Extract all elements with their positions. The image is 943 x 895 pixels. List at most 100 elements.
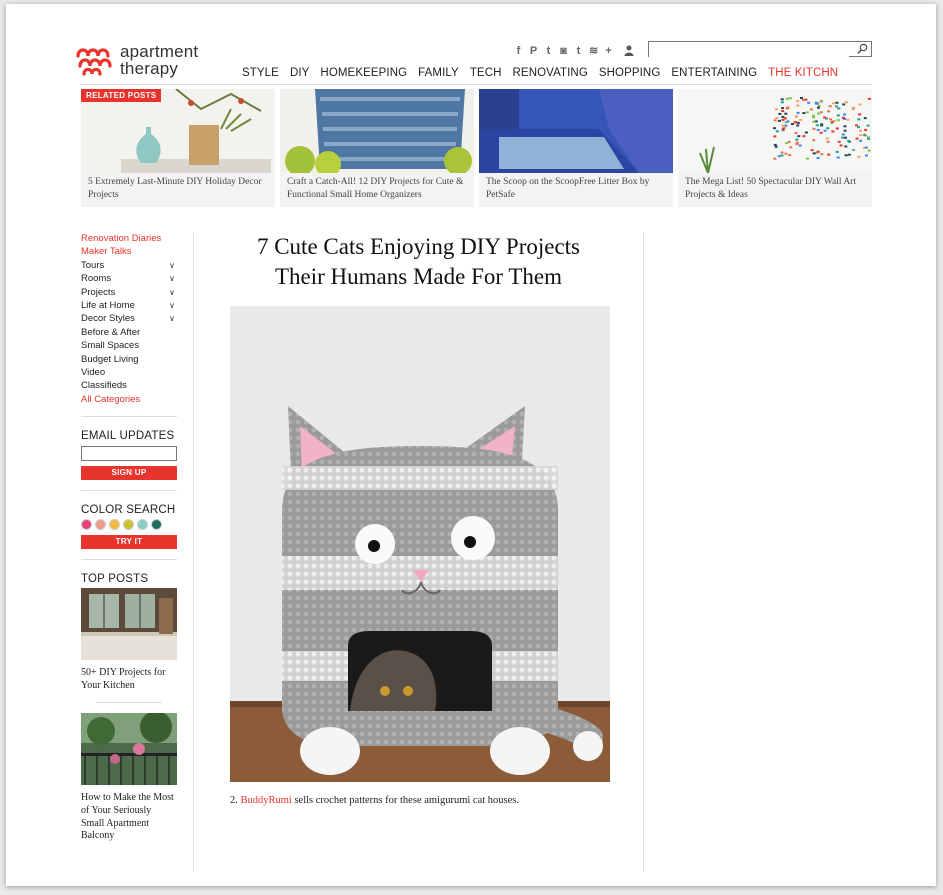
- sidebar-item-all-categories[interactable]: All Categories: [81, 393, 177, 406]
- nav-renovating[interactable]: RENOVATING: [513, 67, 588, 79]
- user-icon[interactable]: [624, 45, 634, 56]
- sidebar-item-label: Rooms: [81, 273, 112, 285]
- buddyrumi-link[interactable]: BuddyRumi: [241, 795, 292, 806]
- logo-mark-icon: [76, 48, 112, 76]
- top-posts-heading: TOP POSTS: [81, 573, 149, 586]
- page: apartment therapy f Pt ◙ t ≋ + STYLE DIY HOMEKE…: [6, 4, 936, 886]
- twitter-icon[interactable]: t: [544, 45, 553, 57]
- header-divider: [80, 84, 872, 85]
- related-post-4[interactable]: › The Mega List! 50 Spectacular DIY Wall…: [678, 89, 872, 207]
- sidebar-item-label: Before & After: [81, 326, 141, 338]
- related-posts-tag: RELATED POSTS: [81, 89, 162, 102]
- sidebar-item-video[interactable]: Video: [81, 366, 177, 379]
- social-links: f Pt ◙ t ≋ +: [514, 44, 613, 58]
- sidebar-item-before-after[interactable]: Before & After: [81, 326, 177, 339]
- nav-style[interactable]: STYLE: [242, 67, 279, 79]
- sidebar-item-classifieds[interactable]: Classifieds: [81, 379, 177, 392]
- top-post-image: [81, 713, 177, 786]
- chevron-down-icon[interactable]: ∨: [169, 259, 177, 272]
- sidebar-item-maker-talks[interactable]: Maker Talks: [81, 245, 177, 258]
- divider: [81, 416, 177, 418]
- divider: [96, 702, 162, 704]
- sidebar-item-label: Classifieds: [81, 380, 127, 392]
- sidebar-item-label: Budget Living: [81, 353, 139, 365]
- related-post-1[interactable]: 5 Extremely Last-Minute DIY Holiday Deco…: [81, 89, 275, 207]
- divider: [81, 559, 177, 561]
- logo-line1: apartment: [120, 42, 199, 61]
- color-swatch[interactable]: [123, 519, 134, 531]
- related-post-caption: The Mega List! 50 Spectacular DIY Wall A…: [685, 177, 856, 200]
- nav-family[interactable]: FAMILY: [418, 67, 459, 79]
- chevron-down-icon[interactable]: ∨: [169, 272, 177, 285]
- related-post-image: [280, 89, 474, 173]
- email-updates-heading: EMAIL UPDATES: [81, 430, 175, 443]
- search-box: [648, 41, 872, 60]
- color-swatch[interactable]: [95, 519, 106, 531]
- sidebar-item-renovation-diaries[interactable]: Renovation Diaries: [81, 232, 177, 245]
- sidebar-item-label: Renovation Diaries: [81, 233, 162, 244]
- search-icon[interactable]: [857, 43, 868, 55]
- caption-text: sells crochet patterns for these amiguru…: [294, 795, 519, 806]
- related-post-image: ›: [678, 89, 872, 173]
- chevron-down-icon[interactable]: ∨: [169, 286, 177, 299]
- article-title: 7 Cute Cats Enjoying DIY Projects Their …: [211, 232, 626, 292]
- logo-line2: therapy: [120, 59, 179, 78]
- site-logo[interactable]: apartment therapy: [74, 42, 198, 78]
- related-post-caption: Craft a Catch-All! 12 DIY Projects for C…: [287, 177, 464, 200]
- sign-up-button[interactable]: SIGN UP: [81, 466, 177, 481]
- next-arrow-icon[interactable]: ›: [851, 141, 858, 167]
- sidebar-item-small-spaces[interactable]: Small Spaces: [81, 339, 177, 352]
- sidebar-item-label: Tours: [81, 259, 105, 271]
- sidebar-item-label: All Categories: [81, 393, 141, 405]
- sidebar-item-label: Decor Styles: [81, 313, 135, 325]
- nav-diy[interactable]: DIY: [290, 67, 309, 79]
- column-divider: [643, 232, 644, 872]
- try-it-button[interactable]: TRY IT: [81, 535, 177, 550]
- image-caption: 2. BuddyRumi sells crochet patterns for …: [230, 795, 519, 806]
- divider: [81, 490, 177, 492]
- nav-the-kitchn[interactable]: THE KITCHN: [768, 67, 838, 79]
- color-swatch[interactable]: [81, 519, 92, 531]
- color-swatches: [81, 519, 177, 531]
- color-search-heading: COLOR SEARCH: [81, 504, 176, 517]
- caption-number: 2.: [230, 795, 238, 806]
- sidebar-item-decor-styles[interactable]: Decor Styles ∨: [81, 312, 177, 325]
- column-divider: [193, 232, 194, 872]
- color-swatch[interactable]: [109, 519, 120, 531]
- top-post-caption: How to Make the Most of Your Seriously S…: [81, 792, 174, 842]
- sidebar-item-label: Video: [81, 367, 106, 379]
- sidebar-item-life-at-home[interactable]: Life at Home ∨: [81, 299, 177, 312]
- sidebar-item-label: Maker Talks: [81, 246, 132, 258]
- nav-homekeeping[interactable]: HOMEKEEPING: [320, 67, 407, 79]
- logo-text: apartment therapy: [120, 43, 198, 77]
- sidebar-item-label: Life at Home: [81, 300, 135, 312]
- facebook-icon[interactable]: f: [514, 45, 523, 57]
- nav-shopping[interactable]: SHOPPING: [599, 67, 661, 79]
- pinterest-icon[interactable]: P: [529, 45, 538, 57]
- title-line-1: 7 Cute Cats Enjoying DIY Projects: [256, 234, 581, 259]
- sidebar-item-tours[interactable]: Tours ∨: [81, 259, 177, 272]
- rss-icon[interactable]: ≋: [589, 44, 598, 57]
- related-post-caption: 5 Extremely Last-Minute DIY Holiday Deco…: [88, 177, 262, 200]
- sidebar-item-label: Projects: [81, 286, 116, 298]
- plus-icon[interactable]: +: [604, 45, 613, 57]
- email-field[interactable]: [81, 446, 177, 462]
- color-swatch[interactable]: [151, 519, 162, 531]
- tumblr-icon[interactable]: t: [574, 45, 583, 57]
- instagram-icon[interactable]: ◙: [559, 45, 568, 57]
- sidebar: Renovation Diaries Maker Talks Tours ∨ Rooms…: [81, 232, 177, 843]
- top-post-image: [81, 588, 177, 661]
- related-post-3[interactable]: The Scoop on the ScoopFree Litter Box by…: [479, 89, 673, 207]
- chevron-down-icon[interactable]: ∨: [169, 312, 177, 325]
- sidebar-item-rooms[interactable]: Rooms ∨: [81, 272, 177, 285]
- search-input[interactable]: [649, 45, 849, 60]
- sidebar-item-budget-living[interactable]: Budget Living: [81, 353, 177, 366]
- nav-entertaining[interactable]: ENTERTAINING: [671, 67, 757, 79]
- top-post-2[interactable]: How to Make the Most of Your Seriously S…: [81, 713, 177, 842]
- top-post-1[interactable]: 50+ DIY Projects for Your Kitchen: [81, 588, 177, 692]
- color-swatch[interactable]: [137, 519, 148, 531]
- related-post-2[interactable]: Craft a Catch-All! 12 DIY Projects for C…: [280, 89, 474, 207]
- chevron-down-icon[interactable]: ∨: [169, 299, 177, 312]
- sidebar-item-projects[interactable]: Projects ∨: [81, 286, 177, 299]
- nav-tech[interactable]: TECH: [470, 67, 502, 79]
